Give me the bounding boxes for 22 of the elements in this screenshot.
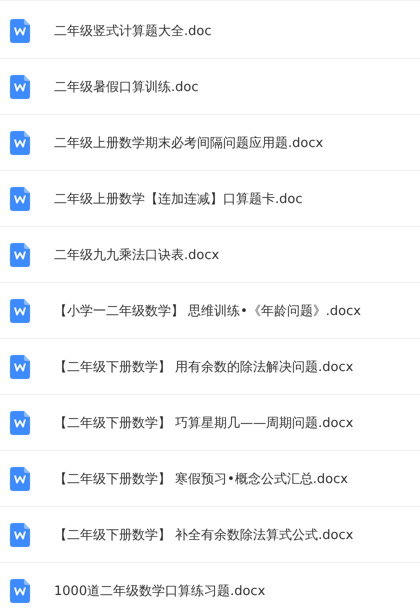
word-document-icon [10,410,30,434]
file-name[interactable]: 二年级暑假口算训练.doc [54,78,198,96]
file-name[interactable]: 二年级上册数学期末必考间隔问题应用题.docx [54,134,324,152]
file-name[interactable]: 二年级九九乘法口诀表.docx [54,246,220,264]
file-name[interactable]: 二年级上册数学【连加连减】口算题卡.doc [54,190,302,208]
word-document-icon [10,74,30,98]
file-name[interactable]: 【二年级下册数学】 巧算星期几——周期问题.docx [54,414,354,432]
word-document-icon [10,18,30,42]
file-name[interactable]: 【二年级下册数学】 补全有余数除法算式公式.docx [54,526,354,544]
file-name[interactable]: 【二年级下册数学】 寒假预习•概念公式汇总.docx [54,470,348,488]
word-document-icon [10,578,30,602]
word-document-icon [10,130,30,154]
word-document-icon [10,242,30,266]
file-name[interactable]: 【二年级下册数学】 用有余数的除法解决问题.docx [54,358,354,376]
file-name[interactable]: 【小学一二年级数学】 思维训练•《年龄问题》.docx [54,302,361,320]
word-document-icon [10,466,30,490]
word-document-icon [10,186,30,210]
file-name[interactable]: 1000道二年级数学口算练习题.docx [54,582,266,600]
file-name[interactable]: 二年级竖式计算题大全.doc [54,22,212,40]
word-document-icon [10,354,30,378]
word-document-icon [10,522,30,546]
word-document-icon [10,298,30,322]
